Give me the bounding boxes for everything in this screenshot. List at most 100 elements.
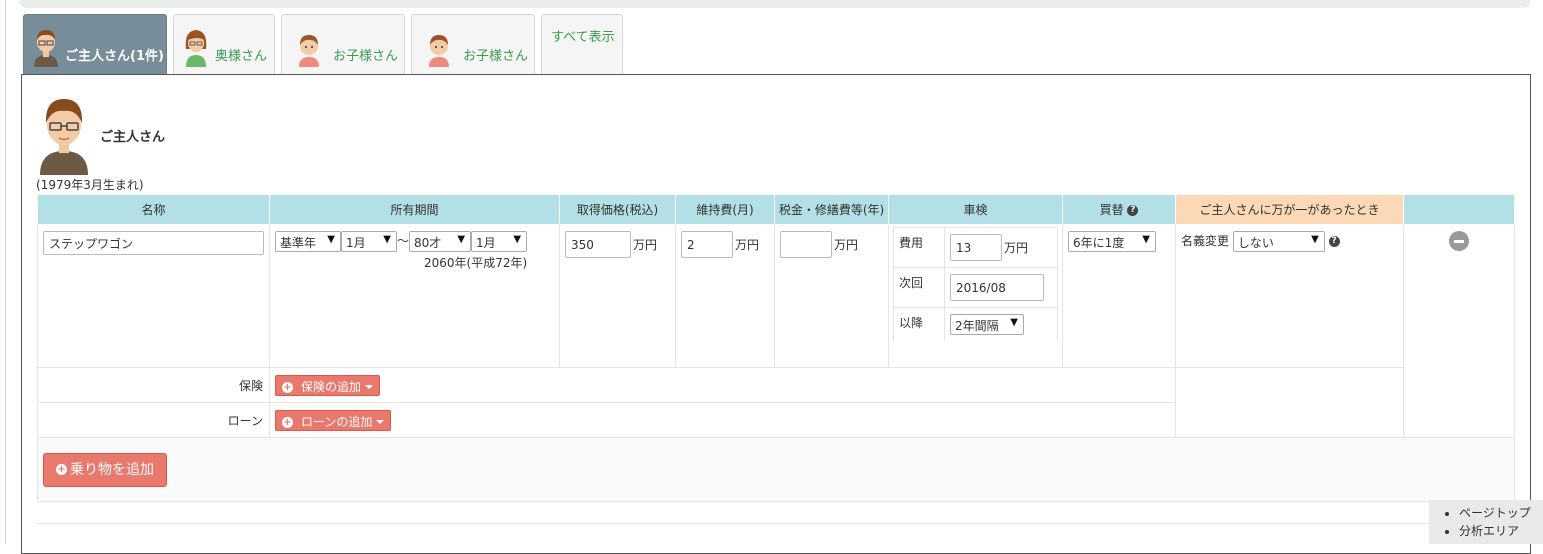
cell-tax: 万円 (774, 224, 889, 368)
header-period: 所有期間 (269, 194, 560, 225)
header-price: 取得価格(税込) (559, 194, 676, 225)
vehicle-panel: ご主人さん (1979年3月生まれ) 名称 所有期間 取得価格(税込) 維持費(… (21, 74, 1531, 554)
husband-avatar-icon (36, 95, 92, 179)
death-select[interactable]: しない ▼ (1232, 231, 1325, 252)
remove-icon[interactable] (1449, 231, 1469, 251)
header-name: 名称 (37, 194, 270, 225)
inspection-after-cell: 2年間隔 ▼ (944, 307, 1058, 341)
price-input[interactable] (565, 231, 631, 258)
inspection-next-cell (944, 267, 1058, 308)
maintenance-unit: 万円 (735, 237, 760, 252)
nav-analysis-area[interactable]: 分析エリア (1459, 522, 1543, 540)
price-unit: 万円 (633, 237, 658, 252)
add-vehicle-label: 乗り物を追加 (70, 461, 154, 478)
header-action (1403, 194, 1515, 225)
add-loan-button[interactable]: + ローンの追加 (275, 409, 392, 431)
inspection-after-row: 以降 2年間隔 ▼ (893, 307, 1058, 341)
nav-page-top[interactable]: ページトップ (1459, 504, 1543, 522)
tab-label: ご主人さん(1件) (65, 49, 164, 64)
tab-show-all[interactable]: すべて表示 (541, 14, 623, 74)
dropdown-arrow-icon: ▼ (383, 234, 391, 245)
cell-period: 基準年 ▼ 1月 ▼ 〜 80才 ▼ 1月 ▼ 2060年(平成72年) (269, 224, 560, 368)
cell-inspection: 費用 万円 次回 以降 2年間隔 ▼ (888, 224, 1063, 368)
death-label: 名義変更 (1181, 234, 1230, 248)
dropdown-arrow-icon: ▼ (1142, 234, 1150, 245)
tab-label: お子様さん (333, 49, 399, 64)
end-age-select[interactable]: 80才 ▼ (409, 231, 472, 252)
inspection-interval-value: 2年間隔 (955, 319, 999, 333)
table-row: 基準年 ▼ 1月 ▼ 〜 80才 ▼ 1月 ▼ 2060年(平成72年) 万円 万円 万円 費用… (37, 224, 1515, 438)
death-value: しない (1237, 236, 1274, 250)
dropdown-arrow-icon: ▼ (513, 234, 522, 245)
caret-down-icon (376, 420, 385, 424)
cell-name (37, 224, 270, 368)
end-age-value: 80才 (414, 236, 442, 250)
loan-cell: + ローンの追加 (269, 402, 1176, 438)
add-vehicle-row: + 乗り物を追加 (37, 437, 1515, 502)
inspection-cost-cell: 万円 (944, 227, 1058, 268)
cell-price: 万円 (559, 224, 676, 368)
cell-maintenance: 万円 (675, 224, 775, 368)
start-month-value: 1月 (346, 236, 366, 250)
inspection-cost-label: 費用 (893, 227, 945, 268)
replace-select[interactable]: 6年に1度 ▼ (1068, 231, 1156, 252)
divider (36, 523, 1516, 524)
plus-circle-icon: + (56, 464, 67, 475)
help-icon[interactable]: ? (1127, 205, 1139, 216)
header-inspection: 車検 (888, 194, 1063, 225)
help-icon[interactable]: ? (1328, 236, 1340, 247)
end-month-value: 1月 (476, 236, 496, 250)
maintenance-input[interactable] (681, 231, 733, 258)
inspection-cost-unit: 万円 (1004, 240, 1029, 255)
add-vehicle-cell: + 乗り物を追加 (37, 437, 1515, 502)
loan-label: ローン (37, 402, 270, 438)
death-empty-cell (1175, 367, 1404, 438)
tab-child-2[interactable]: お子様さん (411, 14, 535, 74)
table-header-row: 名称 所有期間 取得価格(税込) 維持費(月) 税金・修繕費等(年) 車検 買替… (37, 194, 1515, 225)
person-name: ご主人さん (100, 130, 166, 145)
start-month-select[interactable]: 1月 ▼ (341, 231, 397, 252)
husband-avatar-icon (32, 27, 60, 71)
header-death: ご主人さんに万が一があったとき (1175, 194, 1404, 225)
dropdown-arrow-icon: ▼ (327, 234, 335, 245)
tab-child-1[interactable]: お子様さん (281, 14, 405, 74)
dropdown-arrow-icon: ▼ (457, 234, 466, 245)
dropdown-arrow-icon: ▼ (1311, 234, 1319, 245)
replace-value: 6年に1度 (1073, 236, 1125, 250)
inspection-next-label: 次回 (893, 267, 945, 308)
plus-circle-icon: + (282, 381, 293, 393)
birth-date: (1979年3月生まれ) (36, 178, 144, 192)
end-month-select[interactable]: 1月 ▼ (471, 231, 528, 252)
cell-action (1403, 224, 1515, 438)
inspection-next-row: 次回 (893, 267, 1058, 308)
add-loan-label: ローンの追加 (301, 414, 373, 429)
tab-label: お子様さん (463, 49, 529, 64)
tax-unit: 万円 (834, 237, 859, 252)
tab-label: 奥様さん (215, 49, 268, 64)
vehicle-table: 名称 所有期間 取得価格(税込) 維持費(月) 税金・修繕費等(年) 車検 買替… (37, 194, 1515, 502)
inspection-next-input[interactable] (950, 274, 1044, 301)
tab-label: すべて表示 (551, 30, 615, 45)
start-year-select[interactable]: 基準年 ▼ (275, 231, 341, 252)
caret-down-icon (365, 385, 374, 389)
add-vehicle-button[interactable]: + 乗り物を追加 (43, 452, 167, 487)
inspection-cost-input[interactable] (950, 234, 1002, 261)
floating-nav-list: ページトップ 分析エリア (1443, 504, 1543, 540)
cell-death: 名義変更 しない ▼ ? (1175, 224, 1404, 368)
tab-wife[interactable]: 奥様さん (173, 14, 275, 74)
tax-input[interactable] (780, 231, 832, 258)
top-bar (20, 0, 1530, 8)
add-insurance-button[interactable]: + 保険の追加 (275, 374, 381, 396)
child-avatar-icon (426, 33, 452, 71)
left-divider (5, 0, 6, 544)
start-year-value: 基準年 (280, 236, 317, 250)
insurance-row: 保険 + 保険の追加 (37, 367, 1515, 438)
header-replace: 買替 ? (1062, 194, 1176, 225)
vehicle-name-input[interactable] (43, 231, 264, 255)
tab-husband[interactable]: ご主人さん(1件) (23, 14, 167, 74)
inspection-table: 費用 万円 次回 以降 2年間隔 ▼ (893, 227, 1058, 341)
inspection-interval-select[interactable]: 2年間隔 ▼ (950, 314, 1024, 335)
dropdown-arrow-icon: ▼ (1010, 317, 1018, 328)
inspection-after-label: 以降 (893, 307, 945, 341)
header-maintenance: 維持費(月) (675, 194, 775, 225)
